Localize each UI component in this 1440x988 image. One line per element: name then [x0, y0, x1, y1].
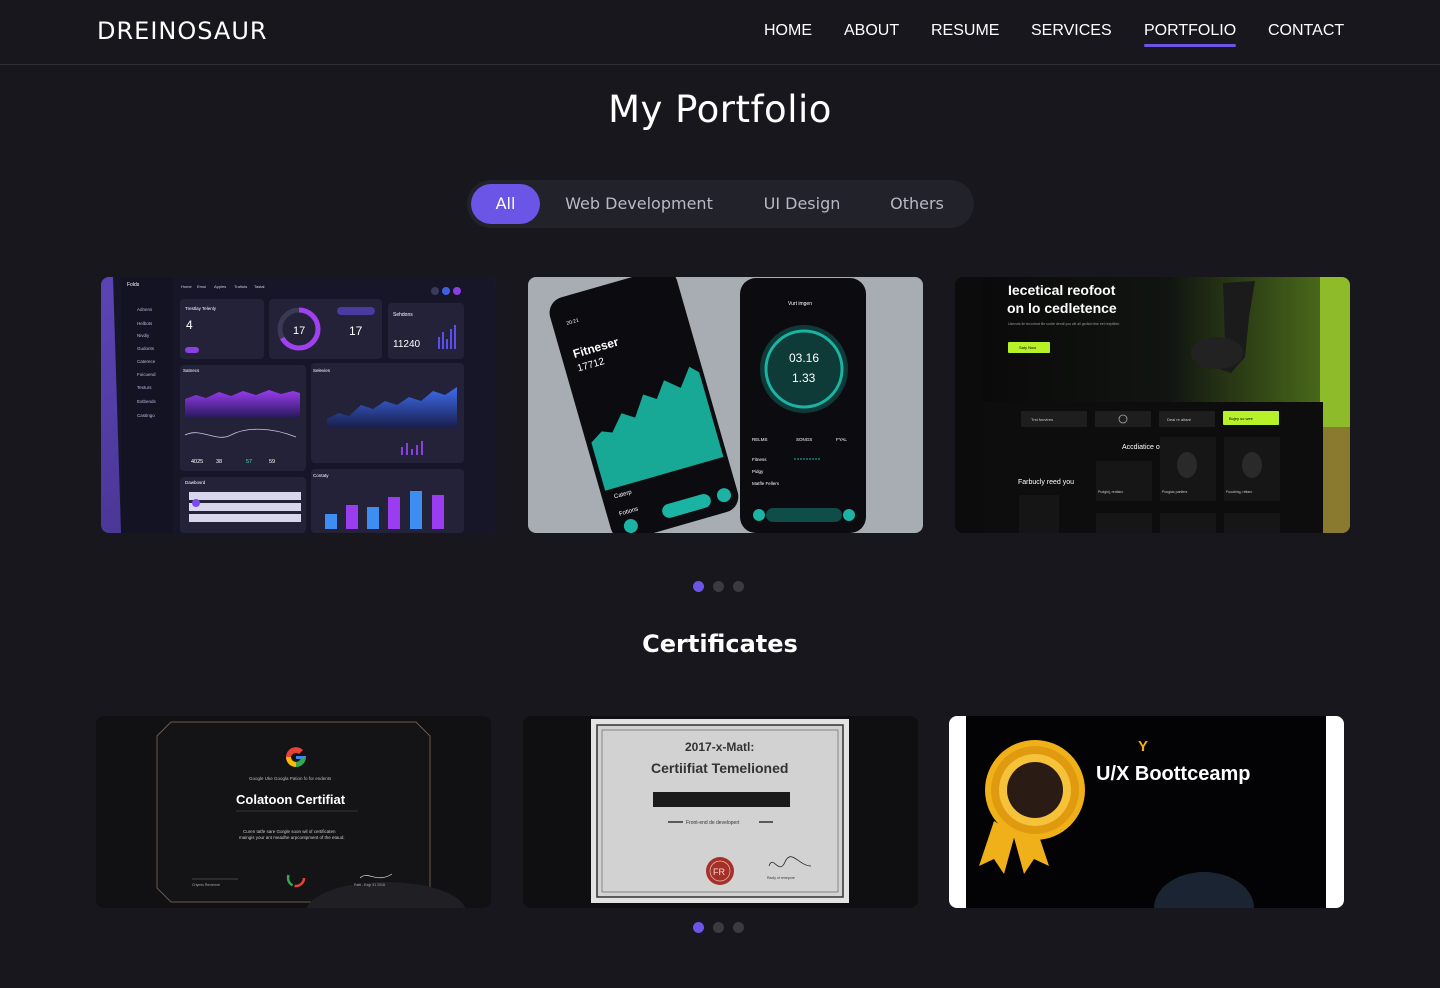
certificate-card-google[interactable]: Google Uke Googla Pation fo for endents … [96, 716, 491, 908]
nav-home[interactable]: HOME [764, 22, 812, 40]
mobile-app-preview-image: 20:21 Fitneser 17712 Caterp Fotions Vurt… [528, 277, 923, 533]
db-stat-0: 4025 [191, 459, 203, 465]
bootcamp-mark: Y [1138, 738, 1148, 755]
certificates-page-dot-1[interactable] [693, 922, 704, 933]
tab-all[interactable]: All [471, 184, 540, 224]
nav-contact[interactable]: CONTACT [1268, 22, 1344, 40]
db-card3-value: 11240 [393, 339, 421, 350]
phone2-tab-0: RELMS [752, 437, 768, 442]
classic-certificate-image: 2017-x-Matl: Certiifiat Temelioned Front… [523, 716, 918, 908]
landing-headline-2: on lo cedletence [1007, 300, 1117, 316]
nav-portfolio[interactable]: PORTFOLIO [1144, 22, 1237, 47]
bootcamp-certificate-image: Y U/X Boottceamp [949, 716, 1344, 908]
tab-ui-design[interactable]: UI Design [749, 184, 855, 224]
db-tab-4: Tastal [254, 284, 265, 289]
project-card-mobile-app[interactable]: 20:21 Fitneser 17712 Caterp Fotions Vurt… [528, 277, 923, 533]
tab-web-development[interactable]: Web Development [555, 184, 723, 224]
google-cert-body-1: Curen tatfe sare Gorgle soon wil of cert… [243, 829, 336, 834]
certificate-card-bootcamp[interactable]: Y U/X Boottceamp [949, 716, 1344, 908]
portfolio-filter-tabs: All Web Development UI Design Others [467, 180, 974, 228]
db-menu-6: Foicuend [137, 372, 156, 377]
nav-resume[interactable]: RESUME [931, 22, 999, 40]
landing-product-2: Fuoobing, reltarc [1226, 490, 1253, 494]
db-card2-value: 17 [349, 324, 363, 338]
landing-chip-1: Deal re altare [1167, 417, 1192, 422]
db-chart2-title: Selevies [313, 368, 331, 373]
google-cert-title: Colatoon Certifiat [236, 792, 346, 807]
nav-about[interactable]: ABOUT [844, 22, 899, 40]
db-chart1-title: Satnecs [183, 368, 200, 373]
project-card-landing-page[interactable]: Iecetical reofoot on lo cedletence Usevu… [955, 277, 1350, 533]
db-stat-3: 59 [269, 459, 275, 465]
portfolio-page-dot-1[interactable] [693, 581, 704, 592]
landing-product-0: Pudgloj, reoltarc [1098, 490, 1124, 494]
portfolio-page-dot-2[interactable] [713, 581, 724, 592]
google-cert-small: Google Uke Googla Pation fo for endents [249, 776, 332, 781]
landing-page-preview-image: Iecetical reofoot on lo cedletence Usevu… [955, 277, 1350, 533]
landing-headline: Iecetical reofoot [1008, 282, 1116, 298]
landing-aside-title: Farbucly reed you [1018, 479, 1074, 486]
db-stat-1: 38 [216, 459, 222, 465]
db-tab-0: Home [181, 284, 192, 289]
db-menu-5: Caterece [137, 359, 156, 364]
db-card1-title: Trestlay Telenly [185, 306, 217, 311]
db-menu-7: Testurs [137, 385, 152, 390]
page-title: My Portfolio [608, 88, 832, 131]
certificates-page-dot-2[interactable] [713, 922, 724, 933]
google-cert-sign-right: Pattl - Exgr 31 2018 [354, 883, 385, 887]
google-cert-body-2: maingis your ant meadhe arpcontpment of … [239, 835, 345, 840]
db-table-title: Dawbosrd [185, 480, 206, 485]
classic-cert-seal: FR [713, 867, 725, 877]
nav-services[interactable]: SERVICES [1031, 22, 1112, 40]
classic-cert-line-1: 2017-x-Matl: [685, 740, 754, 754]
phone2-row-0: Fitness [752, 457, 767, 462]
landing-product-1: Poogiac partiers [1162, 490, 1188, 494]
db-menu-1: Adnens [137, 307, 153, 312]
certificates-page-dot-3[interactable] [733, 922, 744, 933]
classic-cert-sign-label: Raoly of renepore [767, 876, 795, 880]
certificates-pagination [0, 922, 1440, 934]
landing-cta: Saty Now [1019, 345, 1036, 350]
classic-cert-caption: Front-end de developert [686, 820, 740, 826]
db-menu-9: Castingo [137, 413, 155, 418]
db-menu-3: Nivdiy [137, 333, 150, 338]
phone2-tab-2: FYAL [836, 437, 847, 442]
db-tab-1: Emul [197, 284, 206, 289]
db-card1-value: 4 [186, 318, 193, 332]
project-card-dashboard[interactable]: Folds Adnens Helbots Nivdiy Gudonts Cate… [101, 277, 496, 533]
db-tab-2: Apples [214, 284, 226, 289]
phone2-row-1: Pidgy [752, 469, 764, 474]
bootcamp-title: U/X Boottceamp [1096, 763, 1250, 785]
phone2-time: 03.16 [789, 351, 819, 365]
db-bars-title: Contaty [313, 473, 329, 478]
site-header: DREINOSAUR HOME ABOUT RESUME SERVICES PO… [0, 0, 1440, 65]
google-cert-sign-left: Crtymis Reclemnt [192, 883, 220, 887]
main-nav: HOME ABOUT RESUME SERVICES PORTFOLIO CON… [0, 22, 1440, 52]
certificates-title: Certificates [642, 630, 798, 658]
db-stat-2: 57 [246, 459, 252, 465]
dashboard-preview-image: Folds Adnens Helbots Nivdiy Gudonts Cate… [101, 277, 496, 533]
landing-subtext: Usevuts ile tecorreat ille sodre dendl y… [1008, 322, 1120, 326]
google-certificate-image: Google Uke Googla Pation fo for endents … [96, 716, 491, 908]
tab-others[interactable]: Others [879, 184, 955, 224]
landing-chip-0: Trst funvtres [1031, 417, 1053, 422]
landing-chip-2: Bujey so wee [1229, 416, 1254, 421]
db-ring-value: 17 [293, 325, 305, 337]
certificate-card-classic[interactable]: 2017-x-Matl: Certiifiat Temelioned Front… [523, 716, 918, 908]
phone2-row-2: Matfle Fellers [752, 481, 780, 486]
portfolio-page-dot-3[interactable] [733, 581, 744, 592]
db-tab-3: Traltuts [234, 284, 247, 289]
phone2-value: 1.33 [792, 371, 816, 385]
db-menu-4: Gudonts [137, 346, 155, 351]
db-menu-2: Helbots [137, 321, 153, 326]
classic-cert-line-2: Certiifiat Temelioned [651, 760, 788, 776]
db-card3-title: Sehdons [393, 312, 413, 318]
phone2-tab-1: SONGS [796, 437, 812, 442]
db-menu-0: Folds [127, 282, 140, 288]
phone2-title: Vurt imgen [788, 301, 812, 307]
portfolio-pagination [0, 581, 1440, 593]
db-menu-8: Extbends [137, 399, 157, 404]
